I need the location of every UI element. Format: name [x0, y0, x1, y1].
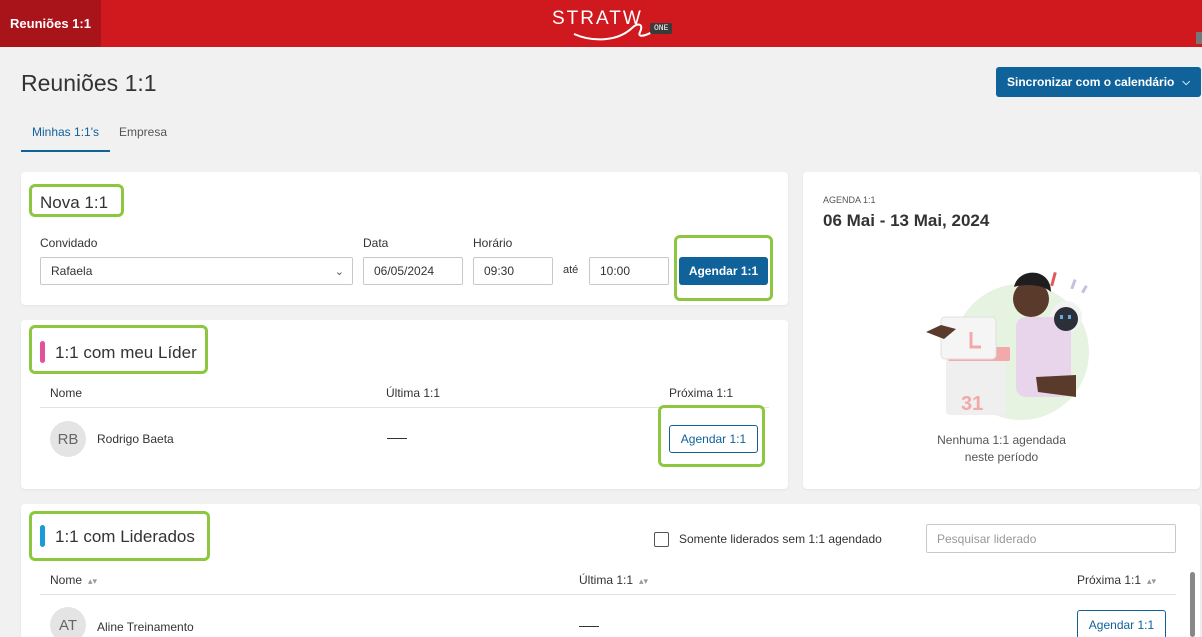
col-nome: Nome — [50, 386, 83, 400]
blue-indicator — [40, 525, 45, 547]
lider-title: 1:1 com meu Líder — [55, 343, 197, 362]
date-value: 06/05/2024 — [374, 264, 435, 278]
sync-calendar-button[interactable]: Sincronizar com o calendário ⌵ — [996, 67, 1201, 97]
divider — [40, 407, 769, 408]
chevron-down-icon: ⌄ — [334, 266, 344, 278]
sync-calendar-label: Sincronizar com o calendário — [1007, 75, 1175, 89]
end-time-input[interactable]: 10:00 — [589, 257, 669, 285]
chevron-down-icon: ⌵ — [1182, 76, 1190, 88]
convidado-label: Convidado — [40, 236, 98, 250]
nova-title: Nova 1:1 — [40, 193, 109, 212]
leader-name: Rodrigo Baeta — [97, 432, 174, 446]
sort-icon: ▴▾ — [1147, 576, 1157, 586]
date-input[interactable]: 06/05/2024 — [363, 257, 463, 285]
col-ultima-label: Última 1:1 — [579, 573, 634, 587]
stratws-logo: STRATW ONE — [552, 8, 673, 41]
col-ultima: Última 1:1 — [386, 386, 441, 400]
liderado-name: Aline Treinamento — [97, 620, 194, 634]
convidado-select[interactable]: Rafaela ⌄ — [40, 257, 353, 285]
col-nome-label: Nome — [50, 573, 83, 587]
data-label: Data — [363, 236, 389, 250]
horario-label: Horário — [473, 236, 513, 250]
divider — [40, 594, 1176, 595]
scrollbar-thumb[interactable] — [1196, 32, 1202, 44]
col-proxima-label: Próxima 1:1 — [1077, 573, 1142, 587]
liderados-title: 1:1 com Liderados — [55, 527, 195, 546]
page-title: Reuniões 1:1 — [21, 70, 157, 96]
avatar: RB — [50, 421, 86, 457]
filter-label[interactable]: Somente liderados sem 1:1 agendado — [679, 532, 882, 546]
col-proxima: Próxima 1:1 — [669, 386, 734, 400]
tab-minhas[interactable]: Minhas 1:1's — [21, 118, 110, 152]
scrollbar-thumb[interactable] — [1190, 572, 1195, 637]
avatar: AT — [50, 607, 86, 637]
agenda-label: AGENDA 1:1 — [823, 195, 876, 205]
filter-checkbox[interactable] — [654, 532, 669, 547]
nova-card: Nova 1:1 Convidado Rafaela ⌄ Data 06/05/… — [21, 172, 788, 305]
col-ultima-sortable[interactable]: Última 1:1 ▴▾ — [579, 573, 648, 587]
lider-card: 1:1 com meu Líder Nome Última 1:1 Próxim… — [21, 320, 788, 489]
agendar-liderado-button[interactable]: Agendar 1:1 — [1077, 610, 1166, 637]
ultima-empty — [387, 438, 407, 439]
search-placeholder: Pesquisar liderado — [937, 531, 1037, 546]
ultima-empty — [579, 626, 599, 627]
logo-badge: ONE — [650, 23, 673, 34]
agenda-card: AGENDA 1:1 06 Mai - 13 Mai, 2024 31 Nenh… — [803, 172, 1200, 489]
top-bar: Reuniões 1:1 STRATW ONE — [0, 0, 1202, 47]
end-time-value: 10:00 — [600, 264, 631, 278]
pink-indicator — [40, 341, 45, 363]
empty-state-illustration: 31 — [926, 271, 1089, 420]
start-time-value: 09:30 — [484, 264, 515, 278]
agendar-button[interactable]: Agendar 1:1 — [679, 257, 768, 285]
sort-icon: ▴▾ — [639, 576, 649, 586]
agenda-range: 06 Mai - 13 Mai, 2024 — [823, 211, 990, 230]
nav-tab-reunioes[interactable]: Reuniões 1:1 — [0, 0, 101, 47]
agenda-empty-message: Nenhuma 1:1 agendada neste período — [803, 432, 1200, 466]
empty-line-2: neste período — [964, 450, 1039, 464]
empty-line-1: Nenhuma 1:1 agendada — [937, 433, 1066, 447]
ate-label: até — [563, 264, 579, 276]
search-input[interactable]: Pesquisar liderado — [926, 524, 1176, 553]
calendar-number: 31 — [961, 393, 983, 415]
agendar-lider-button[interactable]: Agendar 1:1 — [669, 425, 758, 453]
liderados-card: 1:1 com Liderados Somente liderados sem … — [21, 504, 1200, 637]
start-time-input[interactable]: 09:30 — [473, 257, 553, 285]
convidado-value: Rafaela — [51, 264, 93, 278]
logo-swoosh-icon — [573, 23, 661, 41]
col-nome-sortable[interactable]: Nome ▴▾ — [50, 573, 97, 587]
sort-icon: ▴▾ — [88, 576, 98, 586]
col-proxima-sortable[interactable]: Próxima 1:1 ▴▾ — [1077, 573, 1156, 587]
tab-empresa[interactable]: Empresa — [119, 118, 167, 152]
